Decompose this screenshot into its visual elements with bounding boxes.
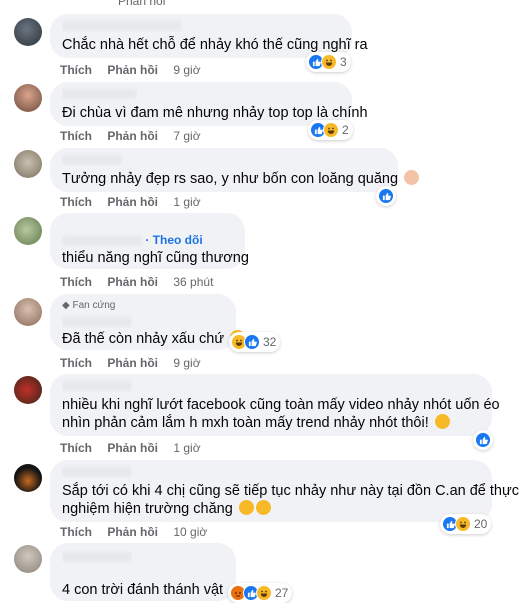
like-reaction-icon	[244, 334, 260, 350]
avatar[interactable]	[14, 150, 42, 178]
reply-button[interactable]: Phản hồi	[107, 356, 158, 370]
like-button[interactable]: Thích	[60, 275, 92, 289]
avatar[interactable]	[14, 217, 42, 245]
avatar[interactable]	[14, 464, 42, 492]
emoji-icon	[404, 170, 420, 185]
avatar[interactable]	[14, 545, 42, 573]
previous-reply-link[interactable]: Phản hồi	[118, 0, 165, 8]
reaction-summary[interactable]: 2	[308, 120, 353, 140]
reply-button[interactable]: Phản hồi	[107, 195, 158, 209]
author-name-blurred[interactable]	[62, 18, 182, 32]
badge-icon: ◆	[62, 300, 70, 311]
reply-button[interactable]: Phản hồi	[107, 275, 158, 289]
like-button[interactable]: Thích	[60, 525, 92, 539]
comment-time[interactable]: 9 giờ	[173, 63, 200, 77]
like-button[interactable]: Thích	[60, 63, 92, 77]
comment-actions: Thích Phản hồi 9 giờ	[60, 63, 201, 77]
comment-actions: Thích Phản hồi 7 giờ	[60, 129, 201, 143]
fan-badge: ◆ Fan cứng	[62, 300, 116, 311]
reaction-count: 3	[340, 55, 347, 69]
author-name-blurred[interactable]	[62, 86, 137, 100]
author-name-blurred[interactable]	[62, 378, 132, 392]
comment-actions: Thích Phản hồi 9 giờ	[60, 356, 201, 370]
comment-time[interactable]: 1 giờ	[173, 195, 200, 209]
haha-reaction-icon	[321, 54, 337, 70]
avatar[interactable]	[14, 298, 42, 326]
comment-actions: Thích Phản hồi 10 giờ	[60, 525, 207, 539]
author-name-blurred[interactable]	[62, 152, 122, 166]
like-button[interactable]: Thích	[60, 129, 92, 143]
avatar[interactable]	[14, 376, 42, 404]
comment-bubble: 4 con trời đánh thánh vật	[50, 543, 236, 601]
comment-time[interactable]: 36 phút	[173, 275, 213, 289]
comment-bubble: Tưởng nhảy đẹp rs sao, y như bốn con loă…	[50, 148, 420, 192]
comment-text: nghiệm hiện trường chăng	[62, 500, 271, 519]
reaction-summary[interactable]: 27	[228, 583, 293, 603]
like-button[interactable]: Thích	[60, 356, 92, 370]
haha-reaction-icon	[323, 122, 339, 138]
reaction-count: 20	[474, 517, 488, 531]
author-name-line: · Theo dõi	[62, 233, 203, 247]
comment-bubble: Đi chùa vì đam mê nhưng nhảy top top là …	[50, 82, 368, 126]
reply-button[interactable]: Phản hồi	[107, 525, 158, 539]
author-name-blurred[interactable]	[62, 464, 132, 478]
like-reaction-icon	[378, 188, 394, 204]
comment-time[interactable]: 9 giờ	[173, 356, 200, 370]
comment-text: Đã thế còn nhảy xấu chứ	[62, 330, 246, 349]
comment-text: thiểu năng nghĩ cũng thương	[62, 250, 249, 266]
sweat-smile-emoji-icon	[434, 414, 450, 429]
comment-text: Tưởng nhảy đẹp rs sao, y như bốn con loă…	[62, 170, 420, 189]
reaction-count: 27	[275, 586, 289, 600]
reply-button[interactable]: Phản hồi	[107, 441, 158, 455]
follow-link[interactable]: · Theo dõi	[145, 233, 202, 247]
reply-button[interactable]: Phản hồi	[107, 63, 158, 77]
comment-actions: Thích Phản hồi 1 giờ	[60, 441, 201, 455]
reaction-count: 2	[342, 123, 349, 137]
reaction-summary[interactable]	[473, 430, 493, 450]
reaction-summary[interactable]: 32	[229, 332, 281, 352]
comment-bubble: Sắp tới có khi 4 chị cũng sẽ tiếp tục nh…	[50, 460, 519, 522]
comment-text: nhìn phản cảm lắm h mxh toàn mấy trend n…	[62, 414, 450, 433]
avatar[interactable]	[14, 18, 42, 46]
comment-bubble: · Theo dõi thiểu năng nghĩ cũng thương	[50, 213, 249, 269]
avatar[interactable]	[14, 84, 42, 112]
grimace-emoji-icon	[255, 500, 271, 515]
like-button[interactable]: Thích	[60, 195, 92, 209]
comment-time[interactable]: 7 giờ	[173, 129, 200, 143]
comment-time[interactable]: 10 giờ	[173, 525, 207, 539]
comment-text: 4 con trời đánh thánh vật	[62, 582, 224, 598]
reaction-summary[interactable]: 3	[306, 52, 351, 72]
comment-text: nhiều khi nghĩ lướt facebook cũng toàn m…	[62, 397, 500, 413]
like-button[interactable]: Thích	[60, 441, 92, 455]
reaction-count: 32	[263, 335, 277, 349]
author-name-blurred[interactable]	[62, 314, 132, 328]
grimace-emoji-icon	[238, 500, 254, 515]
comment-time[interactable]: 1 giờ	[173, 441, 200, 455]
comment-text: Sắp tới có khi 4 chị cũng sẽ tiếp tục nh…	[62, 483, 519, 499]
reply-button[interactable]: Phản hồi	[107, 129, 158, 143]
reaction-summary[interactable]	[376, 186, 396, 206]
comment-bubble: ◆ Fan cứng Đã thế còn nhảy xấu chứ	[50, 294, 246, 350]
author-name-blurred[interactable]	[62, 235, 142, 246]
comment-bubble: nhiều khi nghĩ lướt facebook cũng toàn m…	[50, 374, 500, 436]
comment-bubble: Chắc nhà hết chỗ để nhảy khó thế cũng ng…	[50, 14, 368, 58]
comment-actions: Thích Phản hồi 36 phút	[60, 275, 213, 289]
reaction-summary[interactable]: 20	[440, 514, 492, 534]
author-name-blurred[interactable]	[62, 549, 132, 563]
like-reaction-icon	[475, 432, 491, 448]
comment-actions: Thích Phản hồi 1 giờ	[60, 195, 201, 209]
haha-reaction-icon	[455, 516, 471, 532]
